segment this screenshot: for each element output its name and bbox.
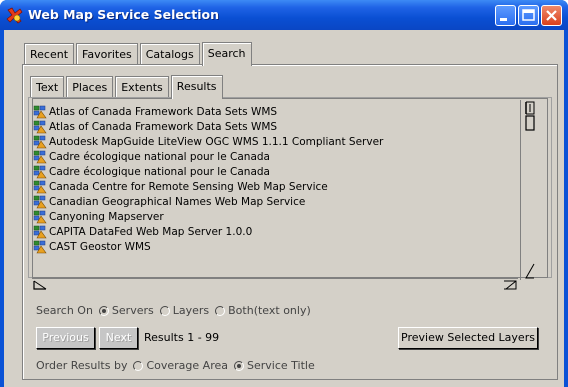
next-button[interactable]: Next: [99, 327, 138, 349]
globe-layers-icon: [33, 210, 47, 224]
list-item-label: Canyoning Mapserver: [49, 211, 164, 223]
radio-service-title-label[interactable]: Service Title: [247, 359, 315, 372]
radio-both-label[interactable]: Both(text only): [228, 304, 311, 317]
list-item-label: Canada Centre for Remote Sensing Web Map…: [49, 181, 328, 193]
list-item-label: Cadre écologique national pour le Canada: [49, 166, 270, 178]
list-item-label: Autodesk MapGuide LiteView OGC WMS 1.1.1…: [49, 136, 384, 148]
app-icon: [6, 7, 23, 24]
title-bar[interactable]: Web Map Service Selection: [0, 0, 568, 30]
list-item[interactable]: Atlas of Canada Framework Data Sets WMS: [33, 105, 277, 119]
vertical-scrollbar[interactable]: [520, 100, 538, 280]
list-item[interactable]: CAPITA DataFed Web Map Server 1.0.0: [33, 225, 252, 239]
tab-extents[interactable]: Extents: [115, 76, 169, 98]
previous-button[interactable]: Previous: [36, 327, 95, 349]
maximize-button[interactable]: [518, 5, 539, 26]
globe-layers-icon: [33, 225, 47, 239]
list-item[interactable]: Autodesk MapGuide LiteView OGC WMS 1.1.1…: [33, 135, 383, 149]
tab-text[interactable]: Text: [30, 76, 65, 98]
horizontal-scrollbar[interactable]: [32, 278, 518, 290]
globe-layers-icon: [33, 120, 47, 134]
globe-layers-icon: [33, 150, 47, 164]
radio-both[interactable]: [215, 305, 226, 316]
tab-search[interactable]: Search: [201, 42, 252, 66]
tab-recent[interactable]: Recent: [24, 43, 75, 65]
preview-selected-layers-button[interactable]: Preview Selected Layers: [398, 327, 538, 349]
radio-coverage-area-label[interactable]: Coverage Area: [146, 359, 228, 372]
list-item-label: CAST Geostor WMS: [49, 241, 151, 253]
maximize-icon: [522, 9, 535, 21]
minimize-icon: [500, 18, 507, 21]
globe-layers-icon: [33, 105, 47, 119]
radio-coverage-area[interactable]: [133, 360, 144, 371]
list-item[interactable]: Cadre écologique national pour le Canada: [33, 165, 270, 179]
list-item[interactable]: Canyoning Mapserver: [33, 210, 164, 224]
list-item[interactable]: CAST Geostor WMS: [33, 240, 151, 254]
results-range: Results 1 - 99: [144, 331, 220, 344]
globe-layers-icon: [33, 165, 47, 179]
radio-service-title[interactable]: [233, 360, 244, 371]
globe-layers-icon: [33, 180, 47, 194]
list-item[interactable]: Atlas of Canada Framework Data Sets WMS: [33, 120, 277, 134]
horizontal-scrollbar-graphic: [33, 280, 517, 290]
tab-catalogs[interactable]: Catalogs: [139, 43, 200, 65]
radio-layers-label[interactable]: Layers: [173, 304, 209, 317]
minimize-button[interactable]: [495, 5, 516, 26]
list-item[interactable]: Canada Centre for Remote Sensing Web Map…: [33, 180, 328, 194]
close-icon: [546, 10, 557, 21]
globe-layers-icon: [33, 195, 47, 209]
tab-favorites[interactable]: Favorites: [76, 43, 138, 65]
close-button[interactable]: [541, 5, 562, 26]
list-item-label: CAPITA DataFed Web Map Server 1.0.0: [49, 226, 253, 238]
globe-layers-icon: [33, 135, 47, 149]
vertical-scrollbar-graphic: [525, 101, 535, 279]
list-item[interactable]: Canadian Geographical Names Web Map Serv…: [33, 195, 305, 209]
window-title: Web Map Service Selection: [28, 7, 220, 22]
radio-servers-label[interactable]: Servers: [112, 304, 154, 317]
search-on-label: Search On: [36, 304, 93, 317]
order-by-label: Order Results by: [36, 359, 128, 372]
radio-layers[interactable]: [159, 305, 170, 316]
list-item-label: Cadre écologique national pour le Canada: [49, 151, 270, 163]
list-item[interactable]: Cadre écologique national pour le Canada: [33, 150, 270, 164]
radio-servers[interactable]: [98, 305, 109, 316]
tab-results[interactable]: Results: [170, 75, 223, 99]
search-on-group: Search On Servers Layers Both(text only): [36, 304, 311, 317]
list-item-label: Atlas of Canada Framework Data Sets WMS: [49, 121, 278, 133]
list-item-label: Canadian Geographical Names Web Map Serv…: [49, 196, 306, 208]
list-item-label: Atlas of Canada Framework Data Sets WMS: [49, 106, 278, 118]
order-by-group: Order Results by Coverage Area Service T…: [36, 359, 315, 372]
globe-layers-icon: [33, 240, 47, 254]
tab-places[interactable]: Places: [66, 76, 114, 98]
